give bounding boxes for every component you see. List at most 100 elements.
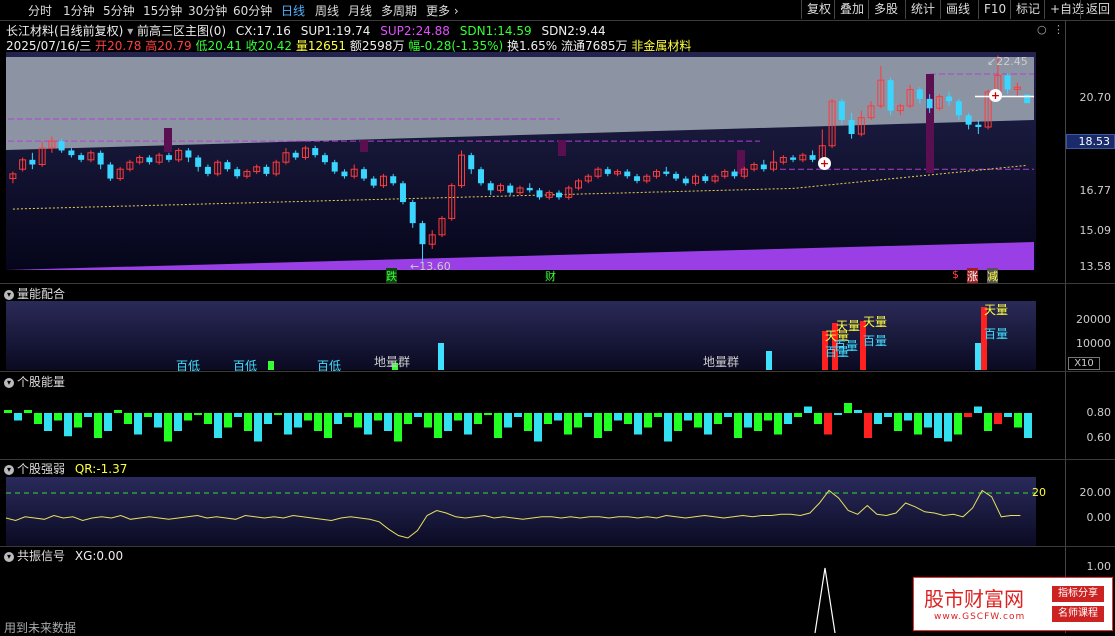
stats-button[interactable]: 统计 — [905, 0, 940, 19]
energy-bar — [774, 413, 782, 435]
candle-body — [604, 169, 611, 174]
candle-body — [682, 178, 689, 184]
qr-label: QR: — [74, 462, 97, 476]
tab-more[interactable]: 更多 › — [426, 2, 459, 19]
vol-tag: 地量群 — [374, 355, 411, 369]
main-axis-label: 15.09 — [1079, 224, 1112, 237]
more-dots-icon[interactable]: ⋮ — [1053, 23, 1064, 36]
energy-bar — [854, 410, 862, 413]
energy-bar — [694, 413, 702, 428]
energy-panel[interactable] — [0, 389, 1065, 459]
tab-1min[interactable]: 1分钟 — [63, 2, 95, 19]
energy-bar — [264, 413, 272, 424]
energy-bar — [84, 413, 92, 417]
watermark-name: 股市财富网 — [924, 587, 1024, 611]
panel4-title[interactable]: 共振信号 — [17, 549, 65, 563]
candle-body — [78, 155, 85, 160]
panel-separator — [0, 371, 1115, 372]
candle-body — [848, 119, 855, 135]
signal-icon: + — [989, 89, 1002, 102]
candle-body — [29, 159, 36, 165]
gear-icon[interactable]: ○ — [1037, 23, 1047, 36]
signal-axis-label: 1.00 — [1086, 560, 1112, 573]
energy-bar — [14, 413, 22, 421]
strength-axis-label: 0.00 — [1086, 511, 1112, 524]
chevron-down-icon[interactable]: ▾ — [127, 24, 137, 38]
energy-bar — [94, 413, 102, 438]
tab-more-label: 更多 — [426, 4, 451, 18]
energy-bar — [814, 413, 822, 424]
sdn2-label: SDN2: — [541, 24, 579, 38]
zhang-badge: 涨 — [967, 268, 978, 284]
candle-body — [916, 89, 923, 99]
tab-15min[interactable]: 15分钟 — [143, 2, 182, 19]
energy-bar — [224, 413, 232, 428]
collapse-icon[interactable]: ▾ — [4, 464, 14, 475]
overlay-button[interactable]: 叠加 — [834, 0, 869, 19]
tab-fenshi[interactable]: 分时 — [28, 2, 52, 19]
indicator-name[interactable]: 前高三区主图(0) — [137, 24, 226, 38]
back-button[interactable]: 返回 — [1080, 0, 1115, 19]
tab-monthly[interactable]: 月线 — [348, 2, 372, 19]
energy-bar — [664, 413, 672, 442]
candle-body — [107, 164, 114, 179]
energy-bar — [174, 413, 182, 431]
watermark-url: www.GSCFW.com — [934, 612, 1026, 622]
volume-panel[interactable] — [0, 301, 1065, 370]
sector-label: 非金属材料 — [631, 39, 692, 53]
panel3-title[interactable]: 个股强弱 — [17, 462, 65, 476]
panel-separator — [0, 283, 1115, 284]
vol-tag: 天量 — [863, 315, 888, 329]
amount-value: 2598万 — [361, 39, 405, 53]
energy-bar — [274, 413, 282, 415]
candle-body — [204, 166, 211, 174]
vol-label: 量 — [295, 39, 308, 53]
energy-bar — [64, 413, 72, 437]
vol-tag: 百量 — [984, 327, 1009, 341]
signal-panel[interactable] — [0, 563, 1065, 633]
tab-5min[interactable]: 5分钟 — [103, 2, 135, 19]
candle-body — [975, 124, 982, 128]
energy-bar — [1024, 413, 1032, 438]
panel1-title[interactable]: 量能配合 — [17, 287, 65, 301]
energy-bar — [294, 413, 302, 428]
energy-bar — [684, 413, 692, 421]
multi-stock-button[interactable]: 多股 — [868, 0, 903, 19]
collapse-icon[interactable]: ▾ — [4, 289, 14, 300]
candle-body — [790, 157, 797, 160]
collapse-icon[interactable]: ▾ — [4, 377, 14, 388]
panel2-title[interactable]: 个股能量 — [17, 375, 65, 389]
vol-tag: 天量 — [836, 319, 861, 333]
stock-title: 长江材料(日线前复权) — [6, 24, 124, 38]
energy-bar — [794, 413, 802, 417]
candle-body — [507, 185, 514, 193]
vol-tag: 百量 — [863, 334, 888, 348]
draw-line-button[interactable]: 画线 — [940, 0, 975, 19]
energy-bar — [934, 413, 942, 438]
strength-panel[interactable] — [0, 477, 1065, 547]
energy-bar — [284, 413, 292, 435]
tab-30min[interactable]: 30分钟 — [188, 2, 227, 19]
energy-bar — [524, 413, 532, 431]
collapse-icon[interactable]: ▾ — [4, 551, 14, 562]
zone-pillar — [164, 128, 172, 152]
low-marker: ←13.60 — [410, 260, 451, 273]
energy-bar — [314, 413, 322, 431]
tab-60min[interactable]: 60分钟 — [233, 2, 272, 19]
fuquan-button[interactable]: 复权 — [801, 0, 836, 19]
energy-bar — [504, 413, 512, 428]
candle-body — [165, 155, 172, 160]
tab-daily[interactable]: 日线 — [281, 2, 305, 19]
energy-bar — [414, 413, 422, 417]
mark-button[interactable]: 标记 — [1010, 0, 1045, 19]
main-kline-chart[interactable] — [0, 52, 1065, 284]
energy-bar — [134, 413, 142, 435]
f10-button[interactable]: F10 — [978, 0, 1011, 19]
energy-bar — [564, 413, 572, 435]
tab-weekly[interactable]: 周线 — [315, 2, 339, 19]
energy-bar — [1014, 413, 1022, 428]
candle-body — [390, 176, 397, 184]
energy-bar — [724, 413, 732, 417]
energy-bar — [754, 413, 762, 431]
tab-multi-period[interactable]: 多周期 — [381, 2, 417, 19]
